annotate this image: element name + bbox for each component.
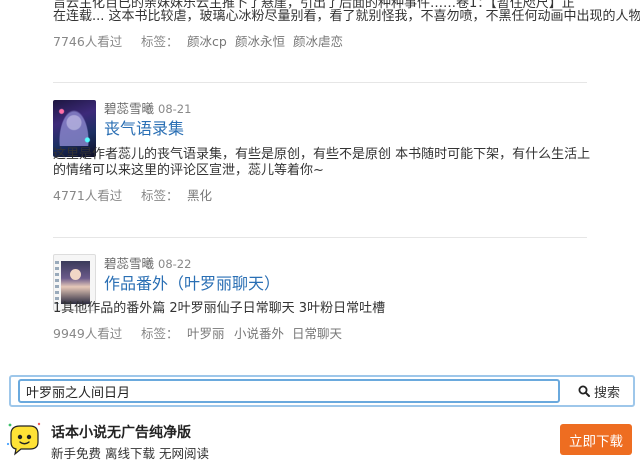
search-button[interactable]: 搜索 <box>565 377 633 405</box>
tag-link[interactable]: 小说番外 <box>234 325 284 343</box>
tag-link[interactable]: 颜冰cp <box>187 33 227 51</box>
tag-link[interactable]: 颜冰永恒 <box>235 33 285 51</box>
app-promo-banner: 话本小说无广告纯净版 新手免费 离线下载 无网阅读 立即下载 <box>0 414 640 463</box>
promo-subtitle: 新手免费 离线下载 无网阅读 <box>51 446 209 461</box>
divider <box>53 82 587 83</box>
view-count: 7746人看过 <box>53 34 123 49</box>
tag-link[interactable]: 日常聊天 <box>292 325 342 343</box>
author-line: 碧蕊雪曦 08-22 <box>104 256 191 272</box>
author-name[interactable]: 碧蕊雪曦 <box>104 256 154 271</box>
promo-title: 话本小说无广告纯净版 <box>51 425 191 441</box>
book-title[interactable]: 作品番外（叶罗丽聊天） <box>104 273 280 295</box>
search-icon <box>578 385 590 397</box>
app-logo-icon <box>6 422 41 456</box>
download-button[interactable]: 立即下载 <box>560 424 632 455</box>
publish-date: 08-22 <box>158 257 192 271</box>
view-count: 9949人看过 <box>53 326 123 341</box>
tags-label: 标签： <box>141 326 179 341</box>
cover-decoration <box>55 261 59 304</box>
publish-date: 08-21 <box>158 102 192 116</box>
book-title[interactable]: 丧气语录集 <box>104 118 184 140</box>
author-line: 碧蕊雪曦 08-21 <box>104 101 191 117</box>
search-input[interactable] <box>18 379 560 403</box>
book-description-line: 在连载... 这本书比较虐，玻璃心冰粉尽量别看，看了就别怪我，不喜勿喷，不黑任何… <box>53 9 640 24</box>
book-description-line: 1其他作品的番外篇 2叶罗丽仙子日常聊天 3叶粉日常吐槽 <box>53 301 386 316</box>
author-name[interactable]: 碧蕊雪曦 <box>104 101 154 116</box>
book-feed: 旨云主化百已的亲妹妹乐云主推卜了悬崖，引出了后面的种种事件……卷1：【暂住咫尺】… <box>0 0 640 372</box>
book-description-line: 的情绪可以来这里的评论区宣泄，蕊儿等着你~ <box>53 163 324 178</box>
cover-art <box>61 261 90 304</box>
tag-link[interactable]: 黑化 <box>187 187 212 205</box>
tag-link[interactable]: 颜冰虐恋 <box>293 33 343 51</box>
tags-label: 标签： <box>141 34 179 49</box>
search-button-label: 搜索 <box>593 385 620 401</box>
tags-label: 标签： <box>141 188 179 203</box>
tag-link[interactable]: 叶罗丽 <box>187 325 225 343</box>
view-count: 4771人看过 <box>53 188 123 203</box>
search-bar: 搜索 <box>9 375 635 407</box>
divider <box>53 237 587 238</box>
